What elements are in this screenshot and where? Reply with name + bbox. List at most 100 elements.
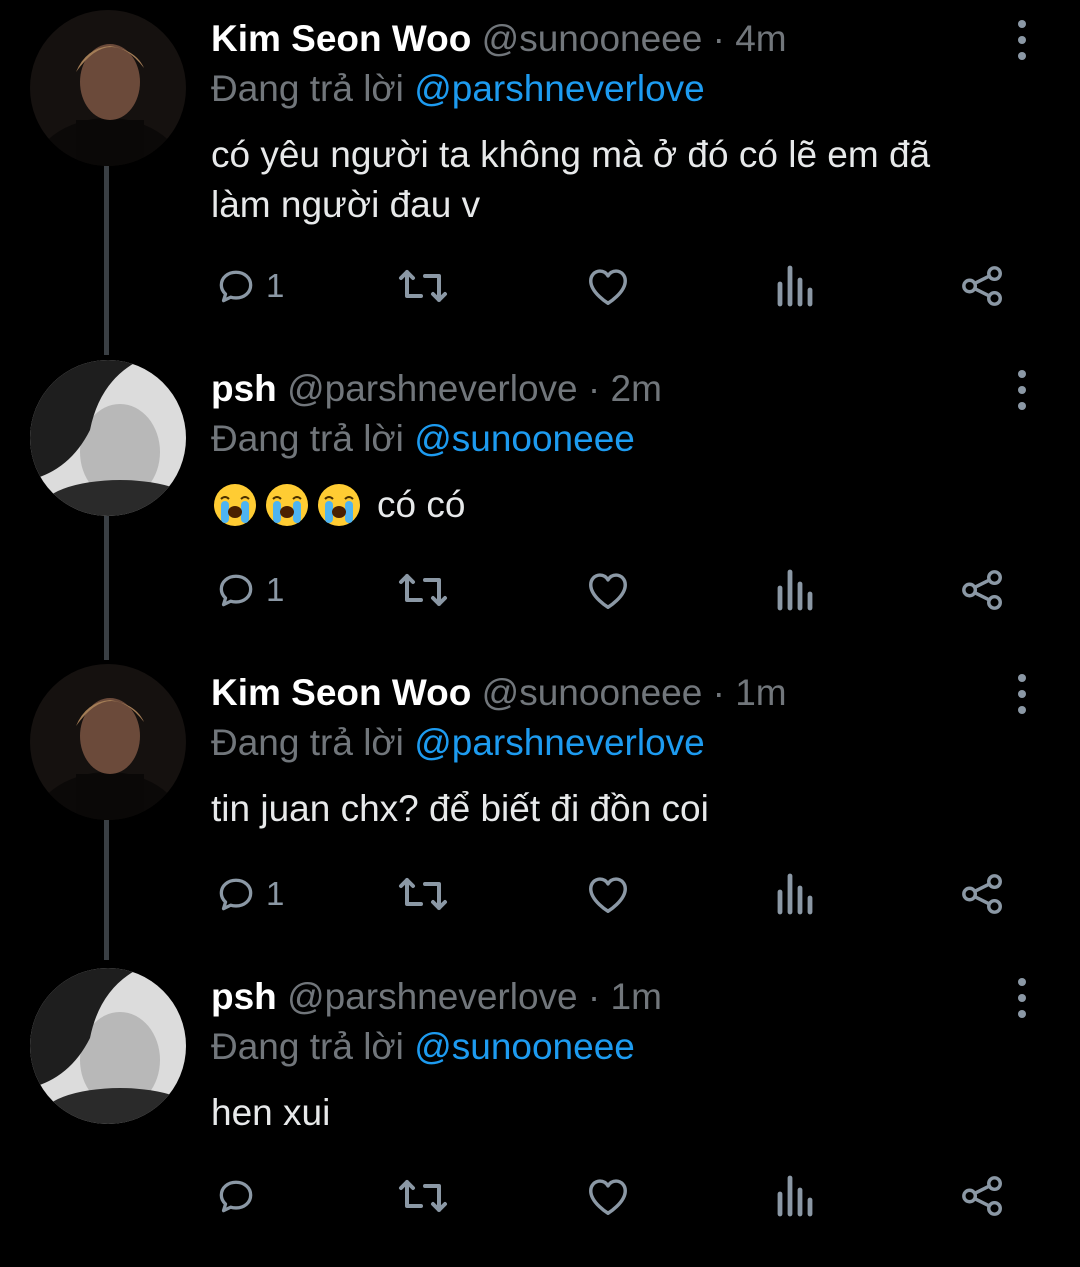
share-icon (962, 570, 1002, 610)
retweet-icon (399, 270, 447, 302)
reply-button[interactable] (214, 1168, 266, 1224)
tweet-actions: 1 (0, 258, 1080, 314)
reply-button[interactable]: 1 (214, 866, 284, 922)
replying-prefix: Đang trả lời (211, 1026, 415, 1067)
retweet-button[interactable] (397, 258, 449, 314)
views-button[interactable] (776, 258, 816, 314)
tweet-header: Kim Seon Woo @sunooneee · 1m (211, 668, 1000, 718)
mention-link[interactable]: @sunooneee (414, 1026, 635, 1067)
retweet-icon (399, 1180, 447, 1212)
analytics-icon (777, 873, 813, 915)
share-icon (962, 1176, 1002, 1216)
tweet-body: Kim Seon Woo @sunooneee · 1m Đang trả lờ… (211, 668, 1000, 834)
tweet-header: Kim Seon Woo @sunooneee · 4m (211, 14, 1000, 64)
like-button[interactable] (585, 866, 631, 922)
tweet-body: psh @parshneverlove · 1m Đang trả lời @s… (211, 972, 1000, 1138)
replying-to: Đang trả lời @parshneverlove (211, 64, 1000, 114)
tweet-actions: 1 (0, 562, 1080, 618)
reply-icon (219, 270, 253, 303)
share-icon (962, 266, 1002, 306)
avatar-kim-seon-woo[interactable] (30, 10, 186, 166)
retweet-icon (399, 574, 447, 606)
retweet-button[interactable] (397, 1168, 449, 1224)
display-name[interactable]: psh (211, 368, 277, 409)
separator: · (702, 18, 736, 59)
tweet-text-content: có có (377, 484, 466, 525)
more-vertical-icon[interactable] (1012, 370, 1032, 410)
loudly-crying-face-icon (266, 484, 308, 526)
tweet[interactable]: Kim Seon Woo @sunooneee · 1m Đang trả lờ… (0, 660, 1080, 963)
analytics-icon (777, 569, 813, 611)
avatar-kim-seon-woo[interactable] (30, 664, 186, 820)
more-vertical-icon[interactable] (1012, 674, 1032, 714)
reply-icon (219, 574, 253, 607)
analytics-icon (777, 265, 813, 307)
timestamp[interactable]: 1m (611, 976, 662, 1017)
replying-prefix: Đang trả lời (211, 722, 415, 763)
reply-icon (219, 878, 253, 911)
retweet-icon (399, 878, 447, 910)
avatar-psh[interactable] (30, 360, 186, 516)
separator: · (577, 368, 611, 409)
tweet[interactable]: psh @parshneverlove · 1m Đang trả lời @s… (0, 964, 1080, 1267)
tweet-body: psh @parshneverlove · 2m Đang trả lời @s… (211, 364, 1000, 530)
replying-prefix: Đang trả lời (211, 68, 415, 109)
heart-icon (589, 877, 627, 913)
avatar-psh[interactable] (30, 968, 186, 1124)
tweet-actions: 1 (0, 866, 1080, 922)
reply-count: 1 (266, 267, 285, 304)
reply-button[interactable]: 1 (214, 258, 284, 314)
views-button[interactable] (776, 866, 816, 922)
replying-prefix: Đang trả lời (211, 418, 415, 459)
heart-icon (589, 573, 627, 609)
display-name[interactable]: Kim Seon Woo (211, 18, 471, 59)
tweet-text: hen xui (211, 1092, 331, 1133)
share-button[interactable] (960, 866, 1006, 922)
separator: · (702, 672, 736, 713)
share-button[interactable] (960, 258, 1006, 314)
like-button[interactable] (585, 1168, 631, 1224)
more-vertical-icon[interactable] (1012, 20, 1032, 60)
tweet-header: psh @parshneverlove · 2m (211, 364, 1000, 414)
views-button[interactable] (776, 562, 816, 618)
like-button[interactable] (585, 562, 631, 618)
retweet-button[interactable] (397, 866, 449, 922)
display-name[interactable]: Kim Seon Woo (211, 672, 471, 713)
handle[interactable]: @parshneverlove (287, 368, 578, 409)
display-name[interactable]: psh (211, 976, 277, 1017)
mention-link[interactable]: @parshneverlove (414, 722, 705, 763)
reply-count: 1 (266, 571, 285, 608)
tweet[interactable]: psh @parshneverlove · 2m Đang trả lời @s… (0, 356, 1080, 659)
tweet-body: Kim Seon Woo @sunooneee · 4m Đang trả lờ… (211, 14, 1000, 230)
heart-icon (589, 269, 627, 305)
handle[interactable]: @sunooneee (482, 18, 703, 59)
timestamp[interactable]: 1m (735, 672, 786, 713)
tweet-header: psh @parshneverlove · 1m (211, 972, 1000, 1022)
reply-icon (219, 1180, 253, 1213)
retweet-button[interactable] (397, 562, 449, 618)
mention-link[interactable]: @parshneverlove (414, 68, 705, 109)
timestamp[interactable]: 2m (611, 368, 662, 409)
handle[interactable]: @parshneverlove (287, 976, 578, 1017)
reply-button[interactable]: 1 (214, 562, 284, 618)
more-vertical-icon[interactable] (1012, 978, 1032, 1018)
replying-to: Đang trả lời @parshneverlove (211, 718, 1000, 768)
views-button[interactable] (776, 1168, 816, 1224)
loudly-crying-face-icon (318, 484, 360, 526)
replying-to: Đang trả lời @sunooneee (211, 1022, 1000, 1072)
like-button[interactable] (585, 258, 631, 314)
separator: · (577, 976, 611, 1017)
replying-to: Đang trả lời @sunooneee (211, 414, 1000, 464)
mention-link[interactable]: @sunooneee (414, 418, 635, 459)
tweet-text: tin juan chx? để biết đi đồn coi (211, 788, 709, 829)
tweet-text: có yêu người ta không mà ở đó có lẽ em đ… (211, 134, 931, 225)
tweet-actions (0, 1168, 1080, 1224)
analytics-icon (777, 1175, 813, 1217)
timestamp[interactable]: 4m (735, 18, 786, 59)
reply-count: 1 (266, 875, 285, 912)
handle[interactable]: @sunooneee (482, 672, 703, 713)
share-button[interactable] (960, 562, 1006, 618)
share-button[interactable] (960, 1168, 1006, 1224)
tweet[interactable]: Kim Seon Woo @sunooneee · 4m Đang trả lờ… (0, 6, 1080, 309)
heart-icon (589, 1179, 627, 1215)
